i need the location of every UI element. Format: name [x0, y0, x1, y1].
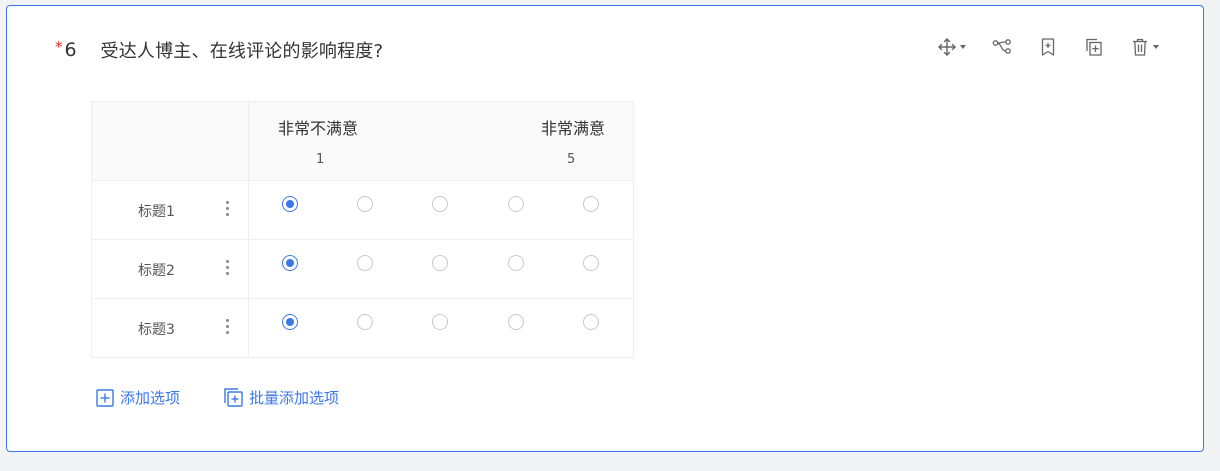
matrix-row: 标题2 — [91, 239, 634, 299]
more-icon[interactable] — [225, 201, 229, 219]
scale-min-label[interactable]: 非常不满意 — [278, 115, 358, 139]
row-label[interactable]: 标题1 — [138, 201, 175, 221]
radio-option[interactable] — [282, 255, 298, 271]
radio-option[interactable] — [508, 196, 524, 212]
scale-min-value: 1 — [316, 152, 325, 167]
row-label-cell: 标题1 — [91, 180, 249, 240]
chevron-down-icon — [1153, 45, 1159, 49]
row-options-cell — [248, 298, 634, 358]
radio-option[interactable] — [432, 196, 448, 212]
row-label-cell: 标题3 — [91, 298, 249, 358]
radio-option[interactable] — [583, 314, 599, 330]
move-button[interactable] — [937, 34, 966, 60]
scale-header-cell: 非常不满意 非常满意 1 5 — [248, 101, 634, 181]
scale-max-value: 5 — [567, 152, 576, 167]
matrix-table: 非常不满意 非常满意 1 5 标题1 标题2 标题3 — [91, 101, 634, 358]
radio-group — [249, 240, 633, 298]
radio-option[interactable] — [357, 196, 373, 212]
question-header: * 6 受达人博主、在线评论的影响程度? — [55, 36, 383, 64]
move-icon — [937, 37, 957, 57]
batch-add-icon — [224, 388, 249, 407]
radio-option[interactable] — [583, 255, 599, 271]
radio-option[interactable] — [508, 255, 524, 271]
radio-option[interactable] — [357, 255, 373, 271]
copy-button[interactable] — [1084, 34, 1104, 60]
batch-add-option-label: 批量添加选项 — [249, 389, 340, 407]
radio-option[interactable] — [583, 196, 599, 212]
more-icon[interactable] — [225, 319, 229, 337]
matrix-row: 标题3 — [91, 298, 634, 358]
radio-option[interactable] — [357, 314, 373, 330]
add-option-button[interactable]: 添加选项 — [96, 387, 180, 408]
radio-group — [249, 299, 633, 357]
radio-option[interactable] — [508, 314, 524, 330]
batch-add-option-button[interactable]: 批量添加选项 — [224, 387, 339, 408]
option-actions: 添加选项 批量添加选项 — [96, 387, 383, 408]
required-mark: * — [55, 38, 63, 56]
row-options-cell — [248, 180, 634, 240]
question-number: 6 — [64, 39, 77, 61]
question-toolbar — [911, 34, 1159, 60]
radio-option[interactable] — [432, 255, 448, 271]
scale-max-label[interactable]: 非常满意 — [541, 115, 605, 139]
delete-icon — [1130, 37, 1150, 57]
copy-icon — [1084, 37, 1104, 57]
matrix-header-row: 非常不满意 非常满意 1 5 — [91, 101, 634, 181]
radio-option[interactable] — [282, 314, 298, 330]
add-option-label: 添加选项 — [120, 389, 181, 407]
radio-group — [249, 181, 633, 239]
more-icon[interactable] — [225, 260, 229, 278]
question-title[interactable]: 受达人博主、在线评论的影响程度? — [101, 37, 384, 63]
radio-option[interactable] — [432, 314, 448, 330]
matrix-row: 标题1 — [91, 180, 634, 240]
plus-square-icon — [96, 388, 120, 407]
logic-icon — [992, 37, 1012, 57]
matrix-corner-cell — [91, 101, 249, 181]
delete-button[interactable] — [1130, 34, 1159, 60]
row-label[interactable]: 标题2 — [138, 260, 175, 280]
logic-button[interactable] — [992, 34, 1012, 60]
row-label[interactable]: 标题3 — [138, 319, 175, 339]
row-options-cell — [248, 239, 634, 299]
radio-option[interactable] — [282, 196, 298, 212]
chevron-down-icon — [960, 45, 966, 49]
row-label-cell: 标题2 — [91, 239, 249, 299]
bookmark-add-icon — [1038, 37, 1058, 57]
question-card[interactable]: * 6 受达人博主、在线评论的影响程度? 非常不满意 非常满意 1 5 标题1 … — [6, 5, 1204, 452]
bookmark-add-button[interactable] — [1038, 34, 1058, 60]
